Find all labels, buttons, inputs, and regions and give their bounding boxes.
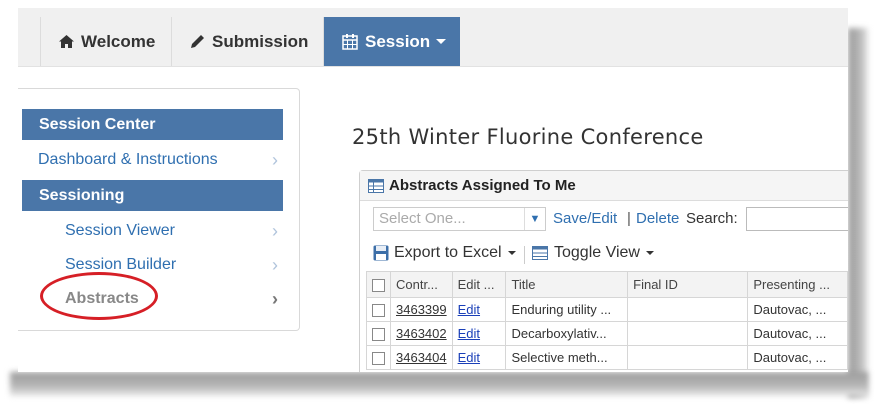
home-icon [59,35,74,48]
select-all-checkbox[interactable] [372,279,385,293]
tab-submission-label: Submission [212,31,309,51]
presenting-cell: Dautovac, ... [747,321,848,346]
chevron-down-icon: ▼ [524,208,545,230]
title-cell: Decarboxylativ... [505,321,629,346]
abstracts-table: Contr... Edit ... Title Final ID Present… [366,271,848,370]
search-label: Search: [686,210,738,227]
chevron-right-icon: › [272,255,278,275]
column-header[interactable]: Title [505,271,629,298]
toggle-view-label: Toggle View [554,244,640,261]
calendar-icon [342,33,358,50]
export-label: Export to Excel [394,244,502,261]
toggle-view-button[interactable]: Toggle View [532,244,654,262]
shadow-right-edge [848,28,868,398]
toolbar-separator: | [627,210,631,227]
sidebar-heading-sessioning: Sessioning [22,180,283,211]
top-nav: Welcome Submission Session [18,8,848,67]
title-cell: Selective meth... [505,345,629,370]
abstracts-panel: Abstracts Assigned To Me Select One... ▼… [359,170,848,372]
edit-link[interactable]: Edit [458,326,480,341]
final-id-cell [627,321,749,346]
chevron-down-icon [645,251,654,255]
table-row: 3463399 Edit Enduring utility ... Dautov… [366,297,848,322]
sidebar-item-label: Dashboard & Instructions [38,151,218,168]
chevron-down-icon [436,39,447,44]
edit-link[interactable]: Edit [458,302,480,317]
sidebar-item-dashboard[interactable]: Dashboard & Instructions › [38,146,278,174]
presenting-cell: Dautovac, ... [747,345,848,370]
highlight-oval [40,272,158,320]
sidebar-item-label: Session Builder [65,256,177,273]
tab-session[interactable]: Session [324,17,460,66]
toolbar-divider [524,246,525,264]
row-checkbox[interactable] [372,304,385,318]
table-row: 3463402 Edit Decarboxylativ... Dautovac,… [366,321,848,346]
presenting-cell: Dautovac, ... [747,297,848,322]
column-header[interactable]: Final ID [627,271,749,298]
edit-link[interactable]: Edit [458,350,480,365]
pencil-icon [190,34,205,49]
action-select[interactable]: Select One... ▼ [373,207,546,231]
page-title: 25th Winter Fluorine Conference [352,125,704,149]
app-window: Welcome Submission Session Session Cente… [18,8,848,372]
chevron-right-icon: › [272,289,278,309]
tab-welcome[interactable]: Welcome [40,17,172,66]
sidebar-item-label: Session Viewer [65,222,175,239]
chevron-right-icon: › [272,150,278,170]
chevron-right-icon: › [272,221,278,241]
final-id-cell [627,345,749,370]
chevron-down-icon [507,251,516,255]
tab-session-label: Session [365,31,431,51]
panel-title: Abstracts Assigned To Me [389,176,576,194]
sidebar-heading-session-center: Session Center [22,109,283,140]
search-input[interactable] [746,207,848,231]
table-header-row: Contr... Edit ... Title Final ID Present… [366,271,848,298]
save-disk-icon [373,245,389,261]
sidebar-item-session-viewer[interactable]: Session Viewer › [65,217,278,245]
action-toolbar: Select One... ▼ Save/Edit | Delete Searc… [360,207,848,233]
view-toolbar: Export to Excel Toggle View [360,244,848,268]
control-number-link[interactable]: 3463404 [396,350,447,365]
row-checkbox[interactable] [372,328,385,342]
tab-welcome-label: Welcome [81,31,156,51]
action-select-value: Select One... [379,210,466,227]
select-all-cell[interactable] [366,271,391,298]
save-edit-link[interactable]: Save/Edit [553,210,617,227]
row-checkbox[interactable] [372,352,385,366]
shadow-bottom-edge [10,372,868,396]
control-number-link[interactable]: 3463402 [396,326,447,341]
table-row: 3463404 Edit Selective meth... Dautovac,… [366,345,848,370]
export-excel-button[interactable]: Export to Excel [373,244,516,262]
column-header[interactable]: Edit ... [451,271,507,298]
column-header[interactable]: Contr... [390,271,453,298]
column-header[interactable]: Presenting ... [747,271,848,298]
table-icon [368,178,384,193]
final-id-cell [627,297,749,322]
title-cell: Enduring utility ... [505,297,629,322]
control-number-link[interactable]: 3463399 [396,302,447,317]
panel-header: Abstracts Assigned To Me [360,171,848,201]
table-icon [532,246,548,260]
delete-link[interactable]: Delete [636,210,679,227]
tab-submission[interactable]: Submission [172,17,324,66]
